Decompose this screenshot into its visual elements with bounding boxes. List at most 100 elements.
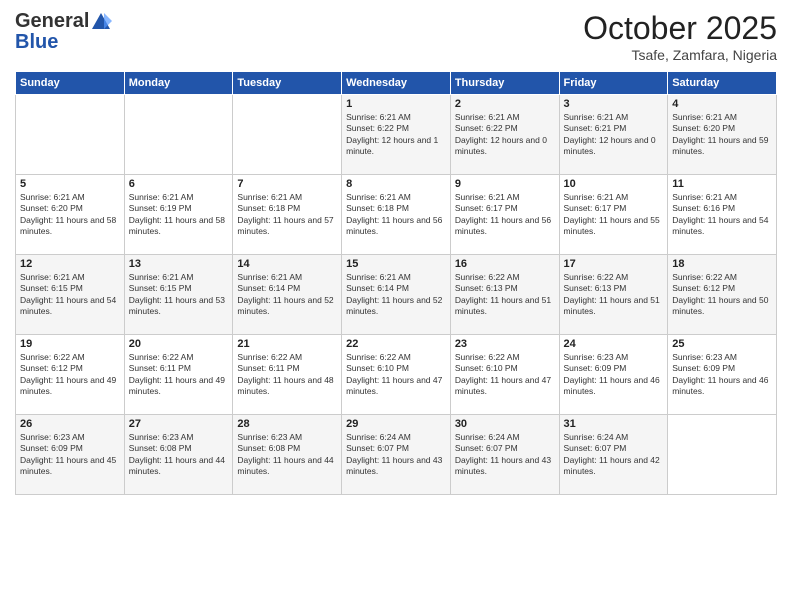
table-row: 30 Sunrise: 6:24 AMSunset: 6:07 PMDayligh…: [450, 415, 559, 495]
day-number: 10: [564, 178, 664, 190]
cell-info: Sunrise: 6:21 AMSunset: 6:15 PMDaylight:…: [129, 272, 229, 318]
day-number: 9: [455, 178, 555, 190]
day-number: 24: [564, 338, 664, 350]
cell-info: Sunrise: 6:21 AMSunset: 6:21 PMDaylight:…: [564, 112, 664, 158]
table-row: 31 Sunrise: 6:24 AMSunset: 6:07 PMDayligh…: [559, 415, 668, 495]
logo: General Blue: [15, 10, 113, 53]
col-tuesday: Tuesday: [233, 72, 342, 95]
day-number: 19: [20, 338, 120, 350]
table-row: [233, 95, 342, 175]
cell-info: Sunrise: 6:22 AMSunset: 6:10 PMDaylight:…: [455, 352, 555, 398]
day-number: 31: [564, 418, 664, 430]
cell-info: Sunrise: 6:22 AMSunset: 6:11 PMDaylight:…: [129, 352, 229, 398]
day-number: 15: [346, 258, 446, 270]
day-number: 13: [129, 258, 229, 270]
cell-info: Sunrise: 6:21 AMSunset: 6:15 PMDaylight:…: [20, 272, 120, 318]
logo-blue: Blue: [15, 31, 58, 53]
month-title: October 2025: [583, 10, 777, 47]
table-row: 17Sunrise: 6:22 AMSunset: 6:13 PMDayligh…: [559, 255, 668, 335]
table-row: 26 Sunrise: 6:23 AMSunset: 6:09 PMDayligh…: [16, 415, 125, 495]
cell-info: Sunrise: 6:21 AMSunset: 6:14 PMDaylight:…: [346, 272, 446, 318]
day-number: 11: [672, 178, 772, 190]
day-number: 20: [129, 338, 229, 350]
cell-info: Sunrise: 6:21 AMSunset: 6:16 PMDaylight:…: [672, 192, 772, 238]
day-number: 29: [346, 418, 446, 430]
table-row: 19 Sunrise: 6:22 AMSunset: 6:12 PMDayligh…: [16, 335, 125, 415]
table-row: 23 Sunrise: 6:22 AMSunset: 6:10 PMDayligh…: [450, 335, 559, 415]
table-row: 7Sunrise: 6:21 AMSunset: 6:18 PMDaylight…: [233, 175, 342, 255]
cell-info: Sunrise: 6:21 AMSunset: 6:14 PMDaylight:…: [237, 272, 337, 318]
table-row: 16 Sunrise: 6:22 AMSunset: 6:13 PMDayligh…: [450, 255, 559, 335]
location: Tsafe, Zamfara, Nigeria: [583, 47, 777, 63]
table-row: 18Sunrise: 6:22 AMSunset: 6:12 PMDayligh…: [668, 255, 777, 335]
day-number: 26: [20, 418, 120, 430]
table-row: 25 Sunrise: 6:23 AMSunset: 6:09 PMDayligh…: [668, 335, 777, 415]
col-wednesday: Wednesday: [342, 72, 451, 95]
cell-info: Sunrise: 6:21 AMSunset: 6:19 PMDaylight:…: [129, 192, 229, 238]
cell-info: Sunrise: 6:21 AMSunset: 6:18 PMDaylight:…: [346, 192, 446, 238]
logo-general: General: [15, 10, 89, 32]
day-number: 22: [346, 338, 446, 350]
day-number: 16: [455, 258, 555, 270]
day-number: 2: [455, 98, 555, 110]
table-row: 3 Sunrise: 6:21 AMSunset: 6:21 PMDaylight…: [559, 95, 668, 175]
page-header: General Blue October 2025 Tsafe, Zamfara…: [15, 10, 777, 63]
cell-info: Sunrise: 6:22 AMSunset: 6:13 PMDaylight:…: [455, 272, 555, 318]
table-row: 1 Sunrise: 6:21 AMSunset: 6:22 PMDaylight…: [342, 95, 451, 175]
table-row: 5 Sunrise: 6:21 AMSunset: 6:20 PMDaylight…: [16, 175, 125, 255]
table-row: 15 Sunrise: 6:21 AMSunset: 6:14 PMDayligh…: [342, 255, 451, 335]
cell-info: Sunrise: 6:22 AMSunset: 6:13 PMDaylight:…: [564, 272, 664, 318]
col-sunday: Sunday: [16, 72, 125, 95]
table-row: 10 Sunrise: 6:21 AMSunset: 6:17 PMDayligh…: [559, 175, 668, 255]
day-number: 23: [455, 338, 555, 350]
day-number: 5: [20, 178, 120, 190]
cell-info: Sunrise: 6:22 AMSunset: 6:10 PMDaylight:…: [346, 352, 446, 398]
day-number: 30: [455, 418, 555, 430]
table-row: 9 Sunrise: 6:21 AMSunset: 6:17 PMDaylight…: [450, 175, 559, 255]
cell-info: Sunrise: 6:23 AMSunset: 6:08 PMDaylight:…: [129, 432, 229, 478]
cell-info: Sunrise: 6:23 AMSunset: 6:09 PMDaylight:…: [564, 352, 664, 398]
day-number: 1: [346, 98, 446, 110]
table-row: 29 Sunrise: 6:24 AMSunset: 6:07 PMDayligh…: [342, 415, 451, 495]
table-row: [16, 95, 125, 175]
table-row: 20 Sunrise: 6:22 AMSunset: 6:11 PMDayligh…: [124, 335, 233, 415]
cell-info: Sunrise: 6:21 AMSunset: 6:20 PMDaylight:…: [672, 112, 772, 158]
cell-info: Sunrise: 6:21 AMSunset: 6:20 PMDaylight:…: [20, 192, 120, 238]
cell-info: Sunrise: 6:24 AMSunset: 6:07 PMDaylight:…: [564, 432, 664, 478]
day-number: 27: [129, 418, 229, 430]
cell-info: Sunrise: 6:23 AMSunset: 6:09 PMDaylight:…: [20, 432, 120, 478]
cell-info: Sunrise: 6:21 AMSunset: 6:17 PMDaylight:…: [455, 192, 555, 238]
cell-info: Sunrise: 6:21 AMSunset: 6:22 PMDaylight:…: [455, 112, 555, 158]
calendar-table: Sunday Monday Tuesday Wednesday Thursday…: [15, 71, 777, 495]
cell-info: Sunrise: 6:21 AMSunset: 6:22 PMDaylight:…: [346, 112, 446, 158]
day-number: 18: [672, 258, 772, 270]
day-number: 6: [129, 178, 229, 190]
table-row: 2 Sunrise: 6:21 AMSunset: 6:22 PMDaylight…: [450, 95, 559, 175]
day-number: 8: [346, 178, 446, 190]
day-number: 21: [237, 338, 337, 350]
cell-info: Sunrise: 6:23 AMSunset: 6:09 PMDaylight:…: [672, 352, 772, 398]
col-thursday: Thursday: [450, 72, 559, 95]
table-row: 21 Sunrise: 6:22 AMSunset: 6:11 PMDayligh…: [233, 335, 342, 415]
day-number: 3: [564, 98, 664, 110]
day-number: 14: [237, 258, 337, 270]
table-row: [124, 95, 233, 175]
table-row: 28Sunrise: 6:23 AMSunset: 6:08 PMDayligh…: [233, 415, 342, 495]
col-friday: Friday: [559, 72, 668, 95]
day-number: 25: [672, 338, 772, 350]
cell-info: Sunrise: 6:22 AMSunset: 6:12 PMDaylight:…: [20, 352, 120, 398]
day-number: 28: [237, 418, 337, 430]
table-row: [668, 415, 777, 495]
cell-info: Sunrise: 6:24 AMSunset: 6:07 PMDaylight:…: [346, 432, 446, 478]
header-row: Sunday Monday Tuesday Wednesday Thursday…: [16, 72, 777, 95]
table-row: 13 Sunrise: 6:21 AMSunset: 6:15 PMDayligh…: [124, 255, 233, 335]
table-row: 11 Sunrise: 6:21 AMSunset: 6:16 PMDayligh…: [668, 175, 777, 255]
table-row: 27 Sunrise: 6:23 AMSunset: 6:08 PMDayligh…: [124, 415, 233, 495]
col-monday: Monday: [124, 72, 233, 95]
cell-info: Sunrise: 6:22 AMSunset: 6:11 PMDaylight:…: [237, 352, 337, 398]
cell-info: Sunrise: 6:24 AMSunset: 6:07 PMDaylight:…: [455, 432, 555, 478]
day-number: 7: [237, 178, 337, 190]
cell-info: Sunrise: 6:21 AMSunset: 6:17 PMDaylight:…: [564, 192, 664, 238]
day-number: 4: [672, 98, 772, 110]
col-saturday: Saturday: [668, 72, 777, 95]
